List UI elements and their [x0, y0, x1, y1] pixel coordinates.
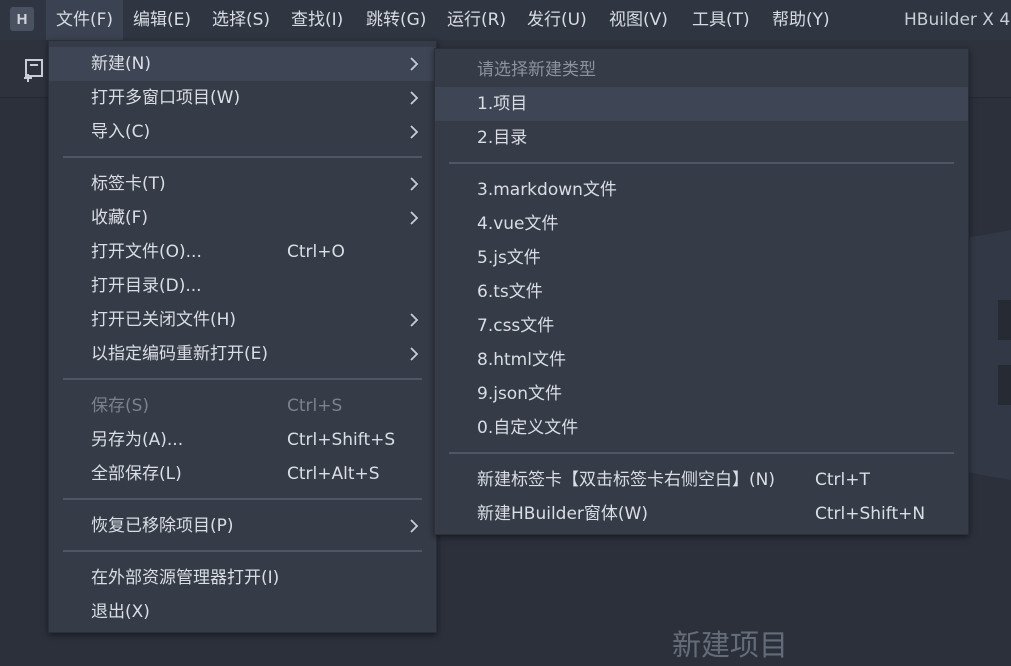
menu-item-shortcut: Ctrl+Shift+N: [815, 504, 926, 524]
file-menu-item-import[interactable]: 导入(C): [49, 115, 436, 149]
menu-item-shortcut: Ctrl+Shift+S: [287, 430, 396, 450]
menu-item-label: 6.ts文件: [477, 282, 543, 302]
file-menu-item-save-all[interactable]: 全部保存(L) Ctrl+Alt+S: [49, 457, 436, 491]
menu-item-label: 0.自定义文件: [477, 418, 579, 438]
file-menu-item-new[interactable]: 新建(N): [49, 47, 436, 81]
menu-edit[interactable]: 编辑(E): [123, 0, 201, 40]
file-menu-item-exit[interactable]: 退出(X): [49, 595, 436, 629]
chevron-right-icon: [410, 519, 419, 533]
menu-item-label: 全部保存(L): [91, 464, 182, 484]
menu-item-label: 4.vue文件: [477, 214, 559, 234]
file-menu-item-open-file[interactable]: 打开文件(O)... Ctrl+O: [49, 235, 436, 269]
chevron-right-icon: [410, 313, 419, 327]
menu-item-shortcut: Ctrl+O: [287, 242, 345, 262]
file-menu-item-reopen-with-encoding[interactable]: 以指定编码重新打开(E): [49, 337, 436, 371]
file-menu-item-save-as[interactable]: 另存为(A)... Ctrl+Shift+S: [49, 423, 436, 457]
menu-item-label: 另存为(A)...: [91, 430, 184, 450]
chevron-right-icon: [410, 57, 419, 71]
file-menu-item-open-closed-file[interactable]: 打开已关闭文件(H): [49, 303, 436, 337]
menu-item-label: 9.json文件: [477, 384, 562, 404]
menu-item-label: 标签卡(T): [91, 174, 166, 194]
menu-item-label: 保存(S): [91, 396, 150, 416]
new-submenu: 请选择新建类型 1.项目 2.目录 3.markdown文件 4.vue文件 5…: [434, 48, 969, 535]
menu-tools[interactable]: 工具(T): [682, 0, 760, 40]
menu-run[interactable]: 运行(R): [437, 0, 516, 40]
menu-publish[interactable]: 发行(U): [517, 0, 597, 40]
menu-separator: [63, 378, 422, 380]
menu-separator: [63, 156, 422, 158]
menu-item-shortcut: Ctrl+T: [815, 470, 870, 490]
submenu-item-new-window[interactable]: 新建HBuilder窗体(W) Ctrl+Shift+N: [435, 497, 968, 531]
menu-item-label: 导入(C): [91, 122, 151, 142]
menu-item-label: 新建标签卡【双击标签卡右侧空白】(N): [477, 470, 775, 490]
submenu-item-new-tab[interactable]: 新建标签卡【双击标签卡右侧空白】(N) Ctrl+T: [435, 463, 968, 497]
menu-item-label: 在外部资源管理器打开(I): [91, 568, 280, 588]
submenu-item-project[interactable]: 1.项目: [435, 87, 968, 121]
menu-item-label: 新建HBuilder窗体(W): [477, 504, 648, 524]
file-menu-item-open-directory[interactable]: 打开目录(D)...: [49, 269, 436, 303]
menu-select[interactable]: 选择(S): [202, 0, 280, 40]
menu-item-label: 新建(N): [91, 54, 151, 74]
chevron-right-icon: [410, 211, 419, 225]
menu-item-label: 8.html文件: [477, 350, 566, 370]
menu-help[interactable]: 帮助(Y): [762, 0, 840, 40]
menu-view[interactable]: 视图(V): [599, 0, 678, 40]
submenu-item-markdown-file[interactable]: 3.markdown文件: [435, 173, 968, 207]
new-project-label[interactable]: 新建项目: [672, 622, 788, 664]
file-menu-item-save[interactable]: 保存(S) Ctrl+S: [49, 389, 436, 423]
menu-item-label: 打开多窗口项目(W): [91, 88, 241, 108]
submenu-item-html-file[interactable]: 8.html文件: [435, 343, 968, 377]
menu-item-label: 退出(X): [91, 602, 150, 622]
menu-item-label: 打开文件(O)...: [91, 242, 202, 262]
menu-goto[interactable]: 跳转(G): [356, 0, 436, 40]
menu-bar: H 文件(F) 编辑(E) 选择(S) 查找(I) 跳转(G) 运行(R) 发行…: [0, 0, 1011, 40]
file-menu-item-open-in-explorer[interactable]: 在外部资源管理器打开(I): [49, 561, 436, 595]
menu-item-label: 收藏(F): [91, 208, 149, 228]
menu-item-label: 打开已关闭文件(H): [91, 310, 237, 330]
menu-separator: [63, 550, 422, 552]
menu-item-label: 以指定编码重新打开(E): [91, 344, 269, 364]
chevron-right-icon: [410, 347, 419, 361]
submenu-item-json-file[interactable]: 9.json文件: [435, 377, 968, 411]
file-menu-item-tabs[interactable]: 标签卡(T): [49, 167, 436, 201]
menu-item-label: 1.项目: [477, 94, 528, 114]
menu-item-label: 5.js文件: [477, 248, 541, 268]
app-logo-icon: H: [10, 7, 34, 31]
file-menu-item-restore-removed-project[interactable]: 恢复已移除项目(P): [49, 509, 436, 543]
menu-item-label: 打开目录(D)...: [91, 276, 202, 296]
menu-item-label: 2.目录: [477, 128, 528, 148]
submenu-item-ts-file[interactable]: 6.ts文件: [435, 275, 968, 309]
menu-separator: [449, 452, 954, 454]
submenu-header: 请选择新建类型: [435, 53, 968, 87]
menu-item-shortcut: Ctrl+S: [287, 396, 343, 416]
submenu-item-vue-file[interactable]: 4.vue文件: [435, 207, 968, 241]
chevron-right-icon: [410, 177, 419, 191]
submenu-item-css-file[interactable]: 7.css文件: [435, 309, 968, 343]
chevron-right-icon: [410, 91, 419, 105]
chevron-right-icon: [410, 125, 419, 139]
menu-file[interactable]: 文件(F): [46, 0, 124, 40]
menu-item-shortcut: Ctrl+Alt+S: [287, 464, 380, 484]
new-file-icon[interactable]: [22, 56, 48, 82]
file-menu: 新建(N) 打开多窗口项目(W) 导入(C) 标签卡(T) 收藏(F) 打开文件…: [48, 40, 437, 633]
submenu-item-directory[interactable]: 2.目录: [435, 121, 968, 155]
file-menu-item-favorites[interactable]: 收藏(F): [49, 201, 436, 235]
menu-separator: [449, 162, 954, 164]
menu-item-label: 恢复已移除项目(P): [91, 516, 234, 536]
file-menu-item-open-multi-window[interactable]: 打开多窗口项目(W): [49, 81, 436, 115]
menu-item-label: 3.markdown文件: [477, 180, 617, 200]
submenu-item-js-file[interactable]: 5.js文件: [435, 241, 968, 275]
menu-separator: [63, 498, 422, 500]
submenu-header-label: 请选择新建类型: [477, 60, 596, 80]
submenu-item-custom-file[interactable]: 0.自定义文件: [435, 411, 968, 445]
app-title: HBuilder X 4: [904, 10, 1011, 30]
menu-item-label: 7.css文件: [477, 316, 555, 336]
menu-find[interactable]: 查找(I): [281, 0, 353, 40]
